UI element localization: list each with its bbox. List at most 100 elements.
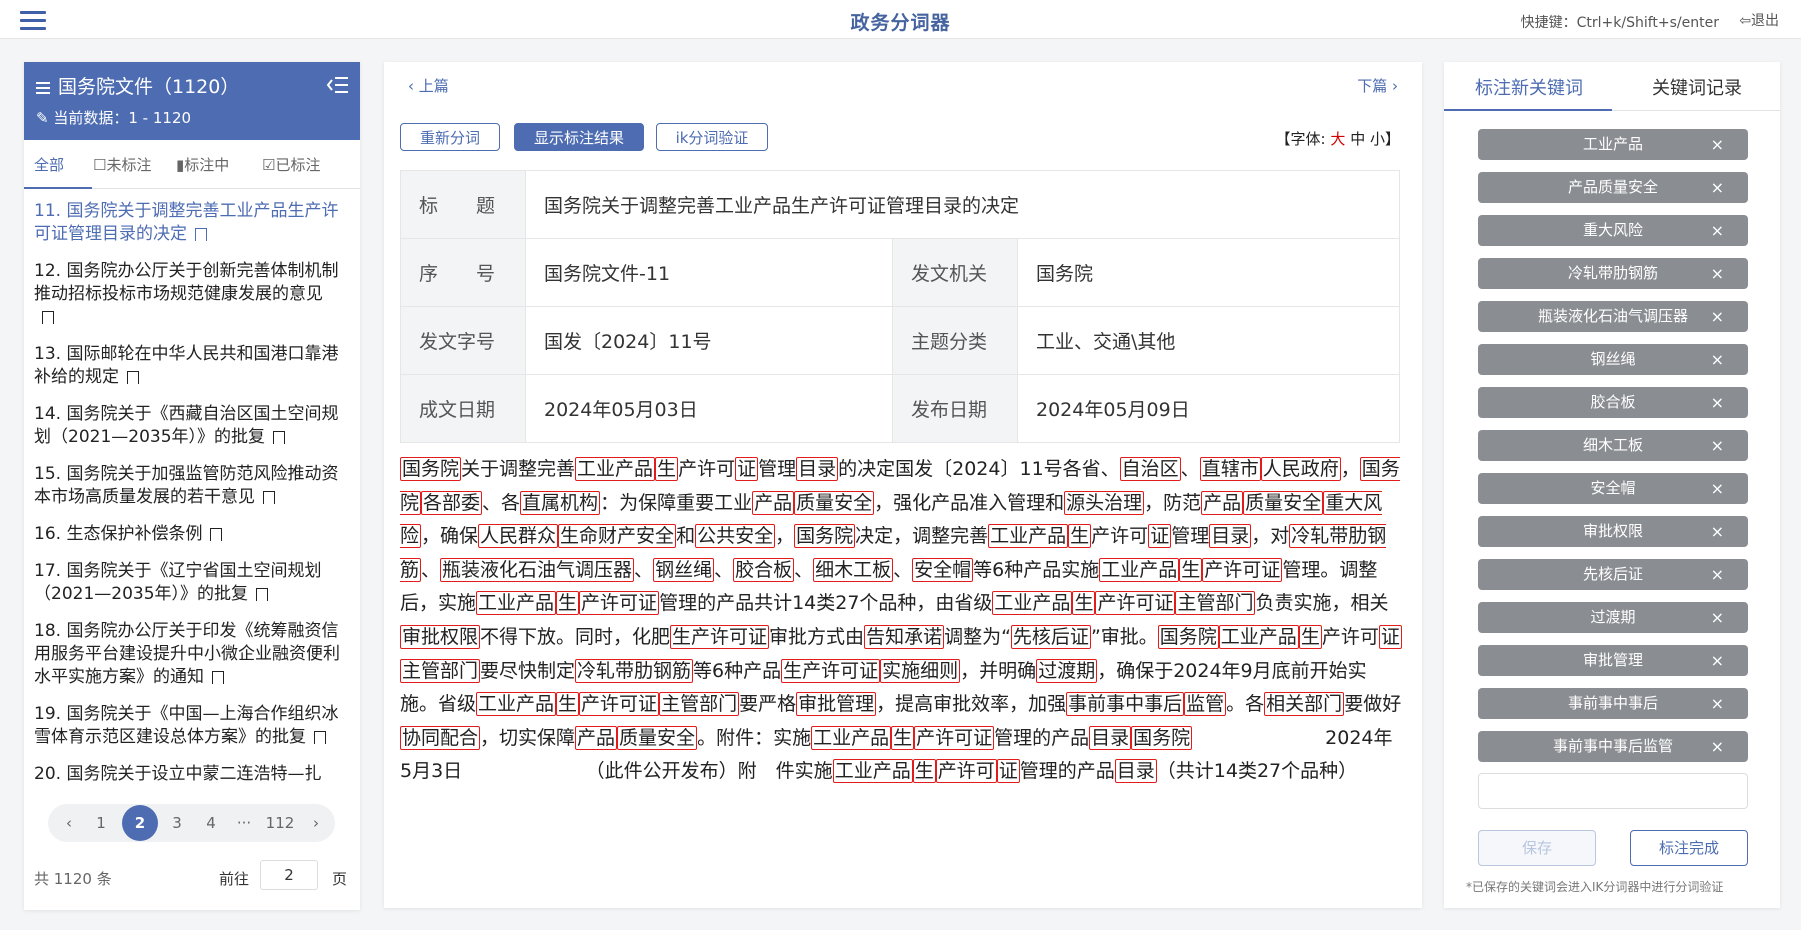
highlighted-token[interactable]: 告知承诺: [864, 624, 945, 649]
page-3[interactable]: 3: [164, 804, 190, 842]
highlighted-token[interactable]: 公共安全: [695, 524, 776, 549]
tab-keyword-records[interactable]: 关键词记录: [1652, 74, 1742, 100]
resegment-button[interactable]: 重新分词: [400, 123, 500, 151]
new-keyword-input[interactable]: [1478, 773, 1748, 809]
highlighted-token[interactable]: 主管部门: [659, 692, 740, 717]
highlighted-token[interactable]: 国务院: [400, 457, 462, 481]
list-item[interactable]: 18. 国务院办公厅关于印发《统筹融资信用服务平台建设提升中小微企业融资便利水平…: [24, 620, 360, 689]
collapse-sidebar-icon[interactable]: [326, 76, 348, 94]
highlighted-token[interactable]: 各部委: [421, 490, 483, 515]
prev-doc-link[interactable]: ‹ 上篇: [408, 75, 449, 96]
logout-button[interactable]: ⇦退出: [1739, 10, 1779, 30]
remove-keyword-icon[interactable]: ×: [1711, 129, 1724, 160]
prev-page-button[interactable]: ‹: [54, 804, 84, 842]
highlighted-token[interactable]: 证: [1148, 524, 1172, 549]
remove-keyword-icon[interactable]: ×: [1711, 473, 1724, 504]
highlighted-token[interactable]: 证: [996, 759, 1020, 784]
save-button[interactable]: 保存: [1478, 830, 1596, 866]
highlighted-token[interactable]: 生命财产安全: [558, 524, 677, 549]
list-item[interactable]: 16. 生态保护补偿条例: [24, 523, 360, 546]
remove-keyword-icon[interactable]: ×: [1711, 215, 1724, 246]
highlighted-token[interactable]: 证: [1378, 624, 1402, 649]
page-last[interactable]: 112: [260, 804, 300, 842]
highlighted-token[interactable]: 国务院: [1157, 624, 1219, 649]
highlighted-token[interactable]: 生: [655, 457, 679, 481]
tab-labeled[interactable]: ☑已标注: [262, 154, 320, 175]
highlighted-token[interactable]: 国务院: [1131, 725, 1193, 750]
highlighted-token[interactable]: 审批管理: [796, 692, 877, 717]
highlighted-token[interactable]: 安全帽: [912, 557, 974, 582]
highlighted-token[interactable]: 瓶装液化石油气调压器: [440, 557, 635, 582]
highlighted-token[interactable]: 工业产品: [832, 759, 913, 784]
highlighted-token[interactable]: 生: [1298, 624, 1322, 649]
list-item[interactable]: 12. 国务院办公厅关于创新完善体制机制推动招标投标市场规范健康发展的意见: [24, 260, 360, 329]
page-4[interactable]: 4: [198, 804, 224, 842]
remove-keyword-icon[interactable]: ×: [1711, 688, 1724, 719]
highlighted-token[interactable]: 工业产品: [811, 725, 892, 750]
highlighted-token[interactable]: 生: [1072, 591, 1096, 616]
highlighted-token[interactable]: 协同配合: [400, 725, 481, 750]
highlighted-token[interactable]: 生: [891, 725, 915, 750]
highlighted-token[interactable]: 监管: [1184, 692, 1227, 717]
highlighted-token[interactable]: 产品: [575, 725, 618, 750]
remove-keyword-icon[interactable]: ×: [1711, 516, 1724, 547]
highlighted-token[interactable]: 细木工板: [813, 557, 894, 582]
highlighted-token[interactable]: 产许可证: [579, 692, 660, 717]
highlighted-token[interactable]: 直辖市: [1199, 457, 1261, 481]
highlighted-token[interactable]: 自治区: [1119, 457, 1181, 481]
tab-labeling[interactable]: ▮标注中: [176, 154, 229, 175]
font-medium-option[interactable]: 中: [1350, 130, 1365, 148]
more-pages[interactable]: ···: [230, 804, 258, 842]
highlighted-token[interactable]: 冷轧带肋钢筋: [575, 658, 694, 683]
highlighted-token[interactable]: 胶合板: [733, 557, 795, 582]
highlighted-token[interactable]: 产品: [1201, 490, 1244, 515]
highlighted-token[interactable]: 产许可证: [579, 591, 660, 616]
highlighted-token[interactable]: 目录: [1209, 524, 1252, 549]
highlighted-token[interactable]: 工业产品: [575, 457, 656, 481]
list-item[interactable]: 20. 国务院关于设立中蒙二连浩特—扎: [24, 763, 360, 786]
tab-all[interactable]: 全部: [34, 154, 64, 175]
highlighted-token[interactable]: 工业产品: [992, 591, 1073, 616]
list-item[interactable]: 17. 国务院关于《辽宁省国土空间规划（2021—2035年）》的批复: [24, 560, 360, 606]
font-large-option[interactable]: 大: [1330, 130, 1345, 148]
highlighted-token[interactable]: 产许可证: [914, 725, 995, 750]
highlighted-token[interactable]: 工业产品: [476, 591, 557, 616]
list-item[interactable]: 11. 国务院关于调整完善工业产品生产许可证管理目录的决定: [24, 200, 360, 246]
highlighted-token[interactable]: 钢丝绳: [653, 557, 715, 582]
highlighted-token[interactable]: 人民群众: [478, 524, 559, 549]
highlighted-token[interactable]: 质量安全: [794, 490, 875, 515]
next-page-button[interactable]: ›: [302, 804, 330, 842]
highlighted-token[interactable]: 工业产品: [1099, 557, 1180, 582]
highlighted-token[interactable]: 工业产品: [988, 524, 1069, 549]
highlighted-token[interactable]: 相关部门: [1264, 692, 1345, 717]
highlighted-token[interactable]: 工业产品: [476, 692, 557, 717]
show-annotations-button[interactable]: 显示标注结果: [514, 123, 644, 151]
list-item[interactable]: 15. 国务院关于加强监管防范风险推动资本市场高质量发展的若干意见: [24, 463, 360, 509]
highlighted-token[interactable]: 生: [1179, 557, 1203, 582]
highlighted-token[interactable]: 质量安全: [617, 725, 698, 750]
highlighted-token[interactable]: 直属机构: [520, 490, 601, 515]
list-item[interactable]: 13. 国际邮轮在中华人民共和国港口靠港补给的规定: [24, 343, 360, 389]
highlighted-token[interactable]: 源头治理: [1064, 490, 1145, 515]
highlighted-token[interactable]: 产品: [752, 490, 795, 515]
highlighted-token[interactable]: 产许可: [935, 759, 997, 784]
highlighted-token[interactable]: 产许可证: [1202, 557, 1283, 582]
remove-keyword-icon[interactable]: ×: [1711, 559, 1724, 590]
highlighted-token[interactable]: 实施细则: [880, 658, 961, 683]
list-item[interactable]: 19. 国务院关于《中国—上海合作组织冰雪体育示范区建设总体方案》的批复: [24, 703, 360, 749]
remove-keyword-icon[interactable]: ×: [1711, 430, 1724, 461]
highlighted-token[interactable]: 主管部门: [1175, 591, 1256, 616]
page-1[interactable]: 1: [88, 804, 114, 842]
list-item[interactable]: 14. 国务院关于《西藏自治区国土空间规划（2021—2035年）》的批复: [24, 403, 360, 449]
highlighted-token[interactable]: 目录: [796, 457, 839, 481]
highlighted-token[interactable]: 质量安全: [1243, 490, 1324, 515]
remove-keyword-icon[interactable]: ×: [1711, 172, 1724, 203]
highlighted-token[interactable]: 生: [1068, 524, 1092, 549]
highlighted-token[interactable]: 人民政府: [1260, 457, 1341, 481]
remove-keyword-icon[interactable]: ×: [1711, 731, 1724, 762]
remove-keyword-icon[interactable]: ×: [1711, 387, 1724, 418]
highlighted-token[interactable]: 生: [556, 692, 580, 717]
ik-verify-button[interactable]: ik分词验证: [656, 123, 768, 151]
highlighted-token[interactable]: 生产许可证: [781, 658, 881, 683]
highlighted-token[interactable]: 过渡期: [1036, 658, 1098, 683]
